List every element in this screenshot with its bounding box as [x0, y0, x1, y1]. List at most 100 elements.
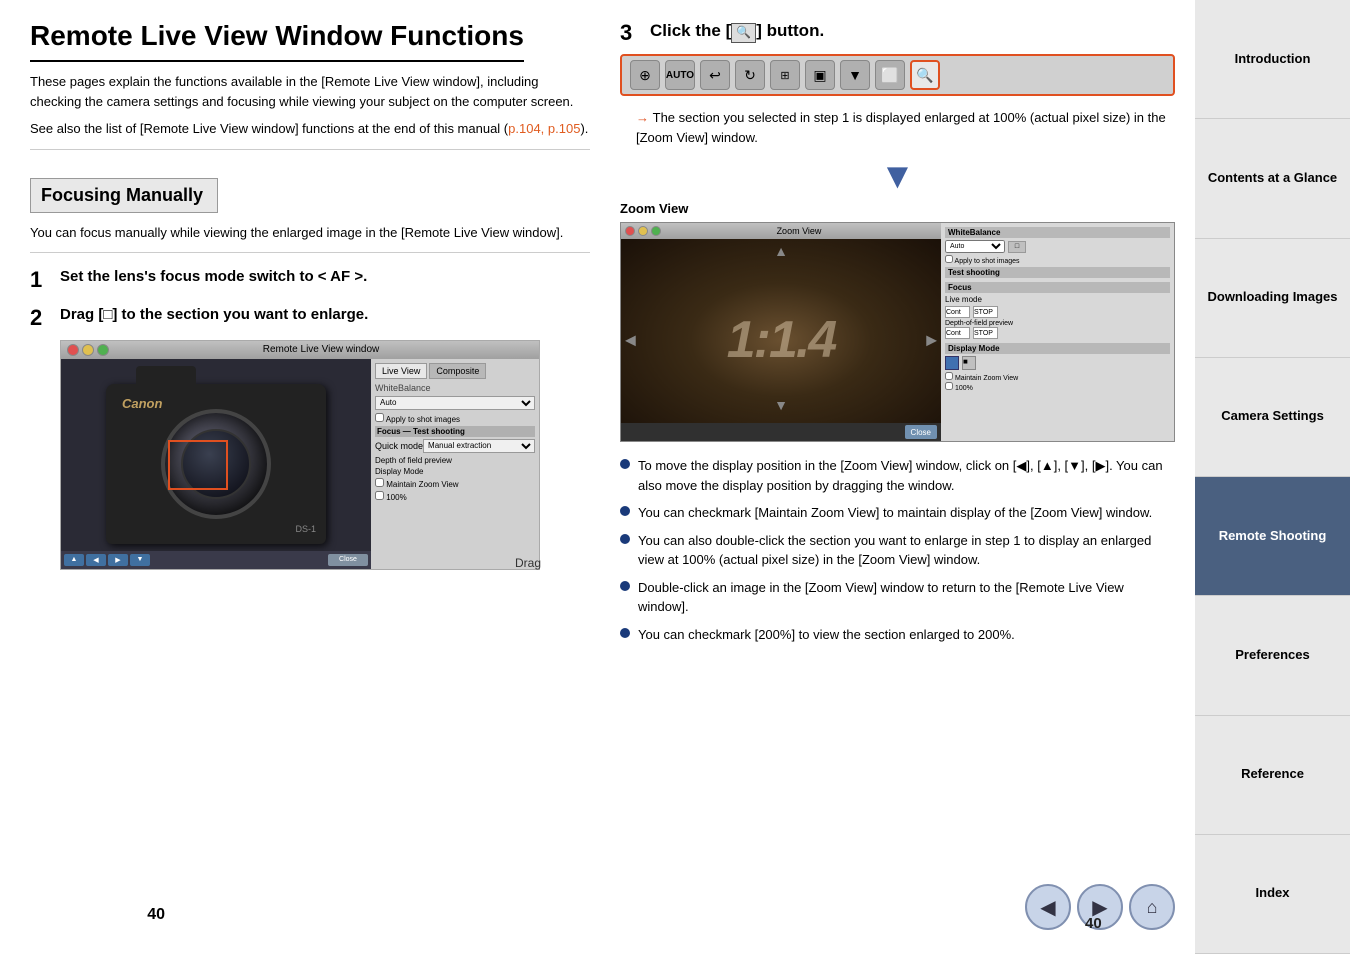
- toolbar-btn-crosshair[interactable]: ⊕: [630, 60, 660, 90]
- lv-maintain-checkbox[interactable]: [375, 478, 384, 487]
- bullet-dot-3: [620, 534, 630, 544]
- toolbar-btn-dropdown[interactable]: ▼: [840, 60, 870, 90]
- zoom-maintain-row: Maintain Zoom View: [945, 372, 1170, 382]
- zoom-window: Zoom View ▲ ▼ ◀ ▶ 1:1.4 Close WhiteBalan…: [620, 222, 1175, 442]
- sidebar-item-downloading[interactable]: Downloading Images: [1195, 239, 1350, 358]
- lv-tab-composite[interactable]: Composite: [429, 363, 486, 379]
- lv-btn4[interactable]: ▼: [130, 554, 150, 566]
- zoom-dof-stop[interactable]: [973, 327, 998, 339]
- sidebar-item-contents[interactable]: Contents at a Glance: [1195, 119, 1350, 238]
- intro-text2: See also the list of [Remote Live View w…: [30, 119, 590, 139]
- step-3-text: Click the [🔍] button.: [650, 20, 824, 43]
- zoom-wb-select[interactable]: Auto: [945, 240, 1005, 253]
- zoom-focus-title: Focus: [945, 282, 1170, 293]
- bullet-text-1: To move the display position in the [Zoo…: [638, 456, 1175, 495]
- zoom-arrow-up-icon[interactable]: ▲: [774, 243, 788, 259]
- page-title: Remote Live View Window Functions: [30, 20, 524, 62]
- drag-label: Drag: [515, 556, 541, 570]
- toolbar-btn-magnifier[interactable]: 🔍: [910, 60, 940, 90]
- prev-arrow-icon: ◀: [1040, 895, 1055, 920]
- zoom-arrow-down-icon[interactable]: ▼: [774, 397, 788, 413]
- zoom-close-icon[interactable]: [625, 226, 635, 236]
- zoom-titlebar-buttons: [625, 226, 661, 236]
- zoom-min-icon[interactable]: [638, 226, 648, 236]
- lv-close-btn[interactable]: Close: [328, 554, 368, 566]
- toolbar-btn-frame[interactable]: ⬜: [875, 60, 905, 90]
- sidebar-item-camera[interactable]: Camera Settings: [1195, 358, 1350, 477]
- zoom-wb-row: Auto □: [945, 240, 1170, 253]
- zoom-stop-input[interactable]: [973, 306, 998, 318]
- home-icon: ⌂: [1147, 897, 1158, 918]
- lv-focus-select[interactable]: Manual extraction: [423, 439, 535, 453]
- zoom-dof-label: Depth-of-field preview: [945, 320, 1170, 327]
- lv-camera-area: Canon DS-1: [61, 359, 371, 569]
- lv-btn3[interactable]: ▶: [108, 554, 128, 566]
- lv-window-title: Remote Live View window: [263, 344, 380, 355]
- camera-top-bump: [136, 366, 196, 388]
- lv-wb-row: WhiteBalance: [375, 383, 535, 393]
- toolbar-btn-auto[interactable]: AUTO: [665, 60, 695, 90]
- lv-btn2[interactable]: ◀: [86, 554, 106, 566]
- lv-apply-checkbox[interactable]: [375, 413, 384, 422]
- lv-wb-select[interactable]: Auto: [375, 396, 535, 410]
- zoom-wb-section: WhiteBalance Auto □ Apply to shot images…: [945, 227, 1170, 278]
- zoom-image-area: Zoom View ▲ ▼ ◀ ▶ 1:1.4 Close: [621, 223, 941, 441]
- lv-wb-label: WhiteBalance: [375, 383, 455, 393]
- sidebar-item-preferences[interactable]: Preferences: [1195, 596, 1350, 715]
- magnifier-icon: 🔍: [731, 23, 756, 43]
- toolbar-btn-undo[interactable]: ↩: [700, 60, 730, 90]
- lv-btn1[interactable]: ▲: [64, 554, 84, 566]
- sidebar-item-remote[interactable]: Remote Shooting: [1195, 477, 1350, 596]
- sidebar-item-index[interactable]: Index: [1195, 835, 1350, 954]
- camera-model-label: DS-1: [295, 524, 316, 534]
- bullet-dot-5: [620, 628, 630, 638]
- minimize-button-icon[interactable]: [82, 344, 94, 356]
- zoom-dof-cont[interactable]: [945, 327, 970, 339]
- zoom-livemode-label: Live mode: [945, 295, 982, 304]
- toolbar-btn-refresh[interactable]: ↻: [735, 60, 765, 90]
- focus-heading: Focusing Manually: [41, 185, 203, 206]
- intro-text1: These pages explain the functions availa…: [30, 72, 590, 111]
- zoom-200pct-checkbox[interactable]: [945, 382, 953, 390]
- sidebar-item-reference[interactable]: Reference: [1195, 716, 1350, 835]
- lv-dof-label: Depth of field preview: [375, 456, 535, 465]
- step-1-num: 1: [30, 267, 52, 293]
- step-1-text: Set the lens's focus mode switch to < AF…: [60, 267, 367, 287]
- zoom-display-btn1[interactable]: [945, 356, 959, 370]
- right-column: 3 Click the [🔍] button. ⊕ AUTO ↩ ↻ ⊞ ▣ ▼…: [620, 20, 1175, 652]
- zoom-cont-input[interactable]: [945, 306, 970, 318]
- zoom-apply-row: Apply to shot images: [945, 255, 1170, 265]
- zoom-apply-checkbox[interactable]: [945, 255, 953, 263]
- lv-200pct-checkbox[interactable]: [375, 491, 384, 500]
- bullet-item-4: Double-click an image in the [Zoom View]…: [620, 578, 1175, 617]
- nav-home-button[interactable]: ⌂: [1129, 884, 1175, 930]
- lv-maintain-row: Maintain Zoom View: [375, 478, 535, 489]
- focus-desc: You can focus manually while viewing the…: [30, 223, 590, 254]
- page-number: 40: [147, 906, 165, 924]
- sidebar-label-contents: Contents at a Glance: [1208, 170, 1337, 187]
- step3-description: The section you selected in step 1 is di…: [620, 108, 1175, 147]
- close-button-icon[interactable]: [67, 344, 79, 356]
- toolbar-btn-split[interactable]: ▣: [805, 60, 835, 90]
- lv-display-label: Display Mode: [375, 467, 535, 476]
- zoom-arrow-left-icon[interactable]: ◀: [625, 332, 636, 349]
- maximize-button-icon[interactable]: [97, 344, 109, 356]
- zoom-display-btn2[interactable]: ■: [962, 356, 976, 370]
- sidebar-item-introduction[interactable]: Introduction: [1195, 0, 1350, 119]
- zoom-max-icon[interactable]: [651, 226, 661, 236]
- zoom-view-label: Zoom View: [620, 201, 1175, 216]
- zoom-maintain-checkbox[interactable]: [945, 372, 953, 380]
- bullet-dot-2: [620, 506, 630, 516]
- lv-tab-liveview[interactable]: Live View: [375, 363, 427, 379]
- toolbar-btn-grid[interactable]: ⊞: [770, 60, 800, 90]
- zoom-test-title: Test shooting: [945, 267, 1170, 278]
- zoom-display-title: Display Mode: [945, 343, 1170, 354]
- lv-focus-label: Focus — Test shooting: [375, 426, 535, 437]
- nav-prev-button[interactable]: ◀: [1025, 884, 1071, 930]
- live-view-screenshot: Remote Live View window Canon DS-1 Live …: [60, 340, 540, 570]
- zoom-close-button[interactable]: Close: [905, 425, 937, 439]
- bullet-item-2: You can checkmark [Maintain Zoom View] t…: [620, 503, 1175, 523]
- zoom-titlebar: Zoom View: [621, 223, 941, 239]
- zoom-arrow-right-icon[interactable]: ▶: [926, 332, 937, 349]
- page-link[interactable]: p.104, p.105: [508, 121, 580, 136]
